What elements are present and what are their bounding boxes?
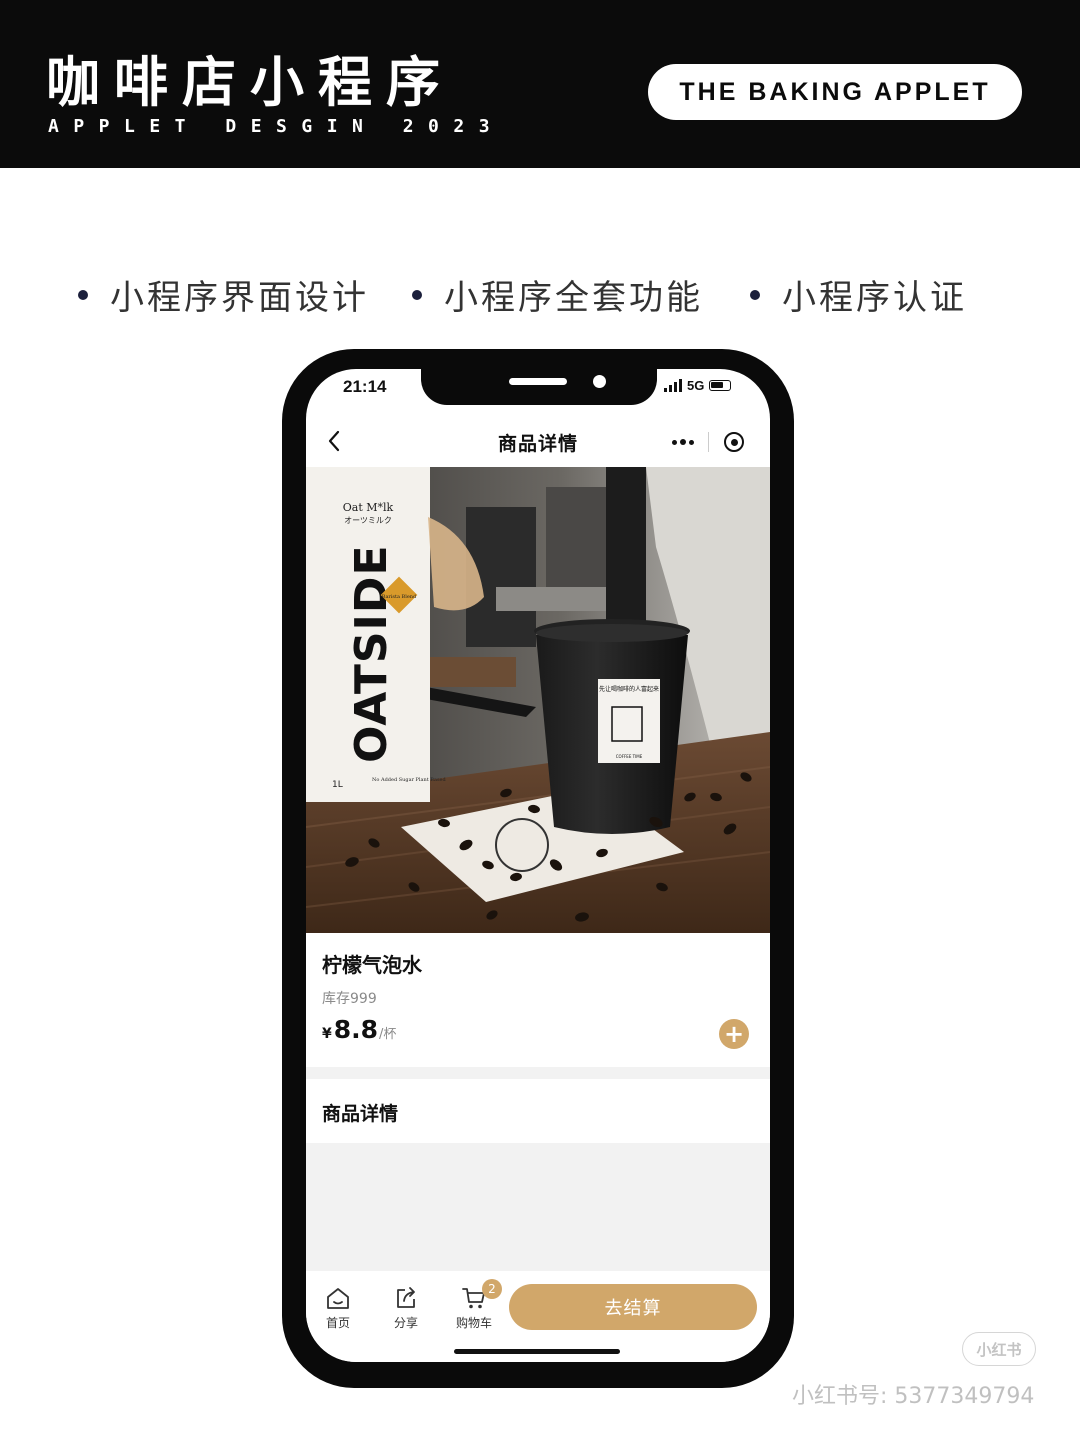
- carton-volume: 1L: [332, 780, 343, 790]
- feature-label: 小程序全套功能: [444, 278, 703, 318]
- product-price: ¥ 8.8 /杯: [322, 1015, 396, 1044]
- bullet-icon: [78, 289, 88, 300]
- bullet-icon: [412, 289, 422, 300]
- watermark-text: 小红书号: 5377349794: [792, 1384, 1035, 1409]
- phone-mockup: 21:14 5G 商品详情 Oat M*lk オーツミルク OATSIDE Ba…: [282, 349, 794, 1388]
- tab-home[interactable]: 首页: [308, 1285, 368, 1331]
- status-indicators: 5G: [664, 378, 732, 393]
- close-mini-program-button[interactable]: [709, 425, 759, 459]
- product-photo: Oat M*lk オーツミルク OATSIDE Barista Blend 1L…: [306, 467, 770, 933]
- bullet-icon: [750, 289, 760, 300]
- price-unit: /杯: [379, 1027, 397, 1042]
- phone-notch: [421, 369, 657, 405]
- mini-program-capsule: [658, 425, 760, 459]
- price-currency: ¥: [322, 1026, 332, 1042]
- section-divider: [306, 1067, 770, 1079]
- detail-section-title: 商品详情: [322, 1103, 399, 1125]
- feature-list: 小程序界面设计 小程序全套功能 小程序认证: [70, 270, 1020, 320]
- carton-line1: Oat M*lk: [343, 501, 394, 514]
- home-indicator: [454, 1349, 620, 1354]
- nav-bar: 商品详情: [306, 421, 770, 463]
- more-dots-icon: [672, 439, 677, 445]
- signal-icon: [664, 379, 682, 392]
- detail-section: 商品详情: [306, 1079, 770, 1143]
- cup-label: 先让喝咖啡的人富起来: [599, 685, 659, 693]
- cart-count-badge: 2: [482, 1279, 502, 1299]
- tab-share-label: 分享: [393, 1316, 418, 1330]
- network-type: 5G: [687, 378, 705, 393]
- home-icon: [327, 1288, 349, 1309]
- detail-content: [306, 1143, 770, 1271]
- feature-item: 小程序界面设计: [78, 270, 369, 319]
- tab-cart[interactable]: 购物车 2: [444, 1279, 504, 1331]
- feature-item: 小程序认证: [750, 270, 967, 319]
- tab-share[interactable]: 分享: [376, 1285, 436, 1331]
- product-image: Oat M*lk オーツミルク OATSIDE Barista Blend 1L…: [306, 467, 770, 933]
- tab-cart-label: 购物车: [455, 1316, 492, 1330]
- carton-footer: No Added Sugar Plant Based: [372, 777, 446, 783]
- add-to-cart-button[interactable]: +: [719, 1019, 749, 1049]
- product-name: 柠檬气泡水: [322, 953, 422, 977]
- camera-icon: [593, 375, 606, 388]
- checkout-button[interactable]: 去结算: [509, 1284, 757, 1330]
- banner-title: 咖啡店小程序: [46, 51, 454, 114]
- carton-line2: オーツミルク: [344, 516, 392, 525]
- cup-footer: COFFEE TIME: [616, 754, 643, 759]
- product-stock: 库存999: [322, 991, 377, 1007]
- product-info: 柠檬气泡水 库存999 ¥ 8.8 /杯 +: [306, 933, 770, 1067]
- phone-screen: 21:14 5G 商品详情 Oat M*lk オーツミルク OATSIDE Ba…: [306, 369, 770, 1362]
- tab-home-label: 首页: [325, 1316, 350, 1330]
- status-time: 21:14: [343, 377, 387, 396]
- carton-badge: Barista Blend: [382, 594, 417, 600]
- battery-icon: [709, 380, 732, 391]
- target-icon: [724, 432, 744, 452]
- banner-pill: THE BAKING APPLET: [648, 64, 1022, 120]
- feature-item: 小程序全套功能: [412, 270, 703, 319]
- feature-label: 小程序认证: [782, 278, 967, 318]
- plus-icon: +: [723, 1020, 745, 1048]
- watermark-logo: 小红书: [962, 1332, 1036, 1366]
- share-icon: [397, 1287, 415, 1308]
- more-button[interactable]: [658, 425, 708, 459]
- carton-brand: OATSIDE: [346, 544, 397, 763]
- banner-subtitle: APPLET DESGIN 2023: [48, 116, 505, 137]
- price-value: 8.8: [333, 1015, 379, 1044]
- header-banner: 咖啡店小程序 APPLET DESGIN 2023 THE BAKING APP…: [0, 0, 1080, 168]
- feature-label: 小程序界面设计: [110, 278, 369, 318]
- speaker-icon: [509, 378, 567, 385]
